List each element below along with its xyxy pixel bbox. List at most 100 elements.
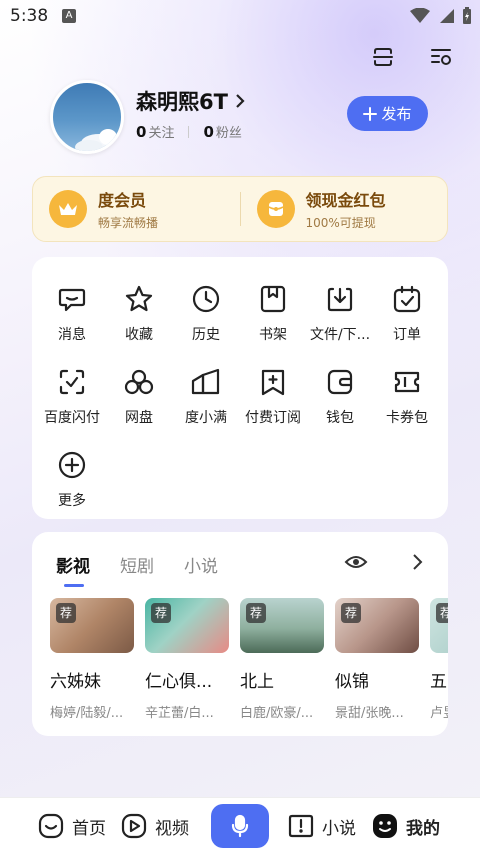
profile-stats: 0 关注 0 粉丝 <box>136 122 242 141</box>
top-toolbar <box>370 44 454 70</box>
media-recommendations: 影视 短剧 小说 荐 六姊妹 梅婷/陆毅/... 荐 仁心俱... 辛芷蕾/白.… <box>32 532 448 736</box>
poster-card[interactable]: 荐 五 卢昱 <box>430 598 448 721</box>
poster-card[interactable]: 荐 北上 白鹿/欧豪/... <box>240 598 324 721</box>
poster-cast: 景甜/张晚... <box>335 706 404 721</box>
signal-icon <box>440 9 454 23</box>
grid-label: 卡券包 <box>386 410 428 426</box>
username[interactable]: 森明熙6T <box>136 86 246 116</box>
grid-label: 收藏 <box>125 327 153 343</box>
divider <box>188 125 190 138</box>
poster-list: 荐 六姊妹 梅婷/陆毅/... 荐 仁心俱... 辛芷蕾/白... 荐 北上 白… <box>50 598 448 721</box>
grid-item-more[interactable]: 更多 <box>38 445 106 511</box>
cloud-disk-icon <box>123 366 155 398</box>
poster-title: 六姊妹 <box>50 672 101 692</box>
play-icon <box>121 813 147 839</box>
poster-title: 北上 <box>240 672 274 692</box>
grid-item-downloads[interactable]: 文件/下... <box>306 279 374 345</box>
poster-card[interactable]: 荐 似锦 景甜/张晚... <box>335 598 419 721</box>
poster-image: 荐 <box>50 598 134 653</box>
grid-item-coupons[interactable]: 卡券包 <box>373 362 441 428</box>
nav-mine-label: 我的 <box>406 818 440 839</box>
function-grid: 消息 收藏 历史 书架 文件/下... 订单 百度闪付 网盘 度小满 付费订阅 … <box>32 257 448 519</box>
grid-item-history[interactable]: 历史 <box>172 279 240 345</box>
media-tabs: 影视 短剧 小说 <box>56 552 218 587</box>
grid-label: 历史 <box>192 327 220 343</box>
red-packet-subtitle: 100%可提现 <box>305 216 376 230</box>
nav-home-label: 首页 <box>72 818 106 839</box>
nav-video-label: 视频 <box>155 818 189 839</box>
poster-title: 五 <box>430 672 447 692</box>
battery-icon <box>463 7 471 24</box>
eye-icon[interactable] <box>344 552 368 572</box>
grid-item-duxiaoman[interactable]: 度小满 <box>172 362 240 428</box>
nav-novel-label: 小说 <box>322 818 356 839</box>
notification-icon: A <box>62 9 76 23</box>
grid-label: 百度闪付 <box>44 410 100 426</box>
avatar[interactable] <box>50 80 124 154</box>
recommend-tag: 荐 <box>151 603 171 623</box>
poster-cast: 卢昱 <box>430 706 448 721</box>
grid-item-orders[interactable]: 订单 <box>373 279 441 345</box>
poster-cast: 白鹿/欧豪/... <box>240 706 314 721</box>
poster-title: 似锦 <box>335 672 369 692</box>
profile-face-icon <box>373 814 397 838</box>
poster-cast: 梅婷/陆毅/... <box>50 706 124 721</box>
tab-short-drama[interactable]: 短剧 <box>120 552 154 577</box>
plus-icon <box>363 106 378 121</box>
download-icon <box>324 283 356 315</box>
scan-menu-icon[interactable] <box>370 44 396 70</box>
red-packet-promo[interactable]: 领现金红包 100%可提现 <box>241 177 448 241</box>
vip-title: 度会员 <box>98 191 147 210</box>
chevron-right-icon[interactable] <box>410 552 424 572</box>
grid-label: 付费订阅 <box>245 410 301 426</box>
subscribe-icon <box>257 366 289 398</box>
message-icon <box>56 283 88 315</box>
vip-promo[interactable]: 度会员 畅享流畅播 <box>33 177 240 241</box>
poster-card[interactable]: 荐 六姊妹 梅婷/陆毅/... <box>50 598 134 721</box>
nav-video[interactable]: 视频 <box>121 813 189 839</box>
grid-item-bookshelf[interactable]: 书架 <box>239 279 307 345</box>
nav-home[interactable]: 首页 <box>38 813 106 839</box>
wallet-icon <box>324 366 356 398</box>
grid-item-wallet[interactable]: 钱包 <box>306 362 374 428</box>
poster-image: 荐 <box>335 598 419 653</box>
profile-section: 森明熙6T 0 关注 0 粉丝 发布 <box>50 80 450 160</box>
recommend-tag: 荐 <box>56 603 76 623</box>
tab-novel[interactable]: 小说 <box>184 552 218 577</box>
following-stat[interactable]: 0 关注 <box>136 122 174 141</box>
poster-image: 荐 <box>430 598 448 653</box>
publish-button[interactable]: 发布 <box>347 96 428 131</box>
red-packet-title: 领现金红包 <box>305 191 386 210</box>
grid-label: 书架 <box>259 327 287 343</box>
chevron-right-icon <box>236 94 245 108</box>
grid-label: 更多 <box>58 493 86 509</box>
grid-label: 网盘 <box>125 410 153 426</box>
voice-search-button[interactable] <box>211 804 269 848</box>
vip-subtitle: 畅享流畅播 <box>98 216 159 230</box>
grid-item-messages[interactable]: 消息 <box>38 279 106 345</box>
grid-label: 钱包 <box>326 410 354 426</box>
poster-image: 荐 <box>145 598 229 653</box>
status-icons <box>410 7 472 25</box>
settings-icon[interactable] <box>428 44 454 70</box>
tab-film-tv[interactable]: 影视 <box>56 552 90 587</box>
following-label: 关注 <box>148 126 175 141</box>
grid-item-baidu-pay[interactable]: 百度闪付 <box>38 362 106 428</box>
recommend-tag: 荐 <box>341 603 361 623</box>
username-text: 森明熙6T <box>136 90 228 114</box>
microphone-icon <box>231 814 249 838</box>
nav-novel[interactable]: 小说 <box>288 813 356 839</box>
star-icon <box>123 283 155 315</box>
grid-item-netdisk[interactable]: 网盘 <box>105 362 173 428</box>
scan-icon <box>56 366 88 398</box>
nav-mine[interactable]: 我的 <box>372 813 440 839</box>
grid-label: 度小满 <box>185 410 227 426</box>
poster-card[interactable]: 荐 仁心俱... 辛芷蕾/白... <box>145 598 229 721</box>
grid-item-paid-subscription[interactable]: 付费订阅 <box>239 362 307 428</box>
grid-item-favorites[interactable]: 收藏 <box>105 279 173 345</box>
crown-icon <box>49 190 87 228</box>
followers-stat[interactable]: 0 粉丝 <box>203 122 241 141</box>
book-icon <box>288 814 314 838</box>
grid-label: 文件/下... <box>309 327 371 343</box>
duxiaoman-icon <box>190 366 222 398</box>
